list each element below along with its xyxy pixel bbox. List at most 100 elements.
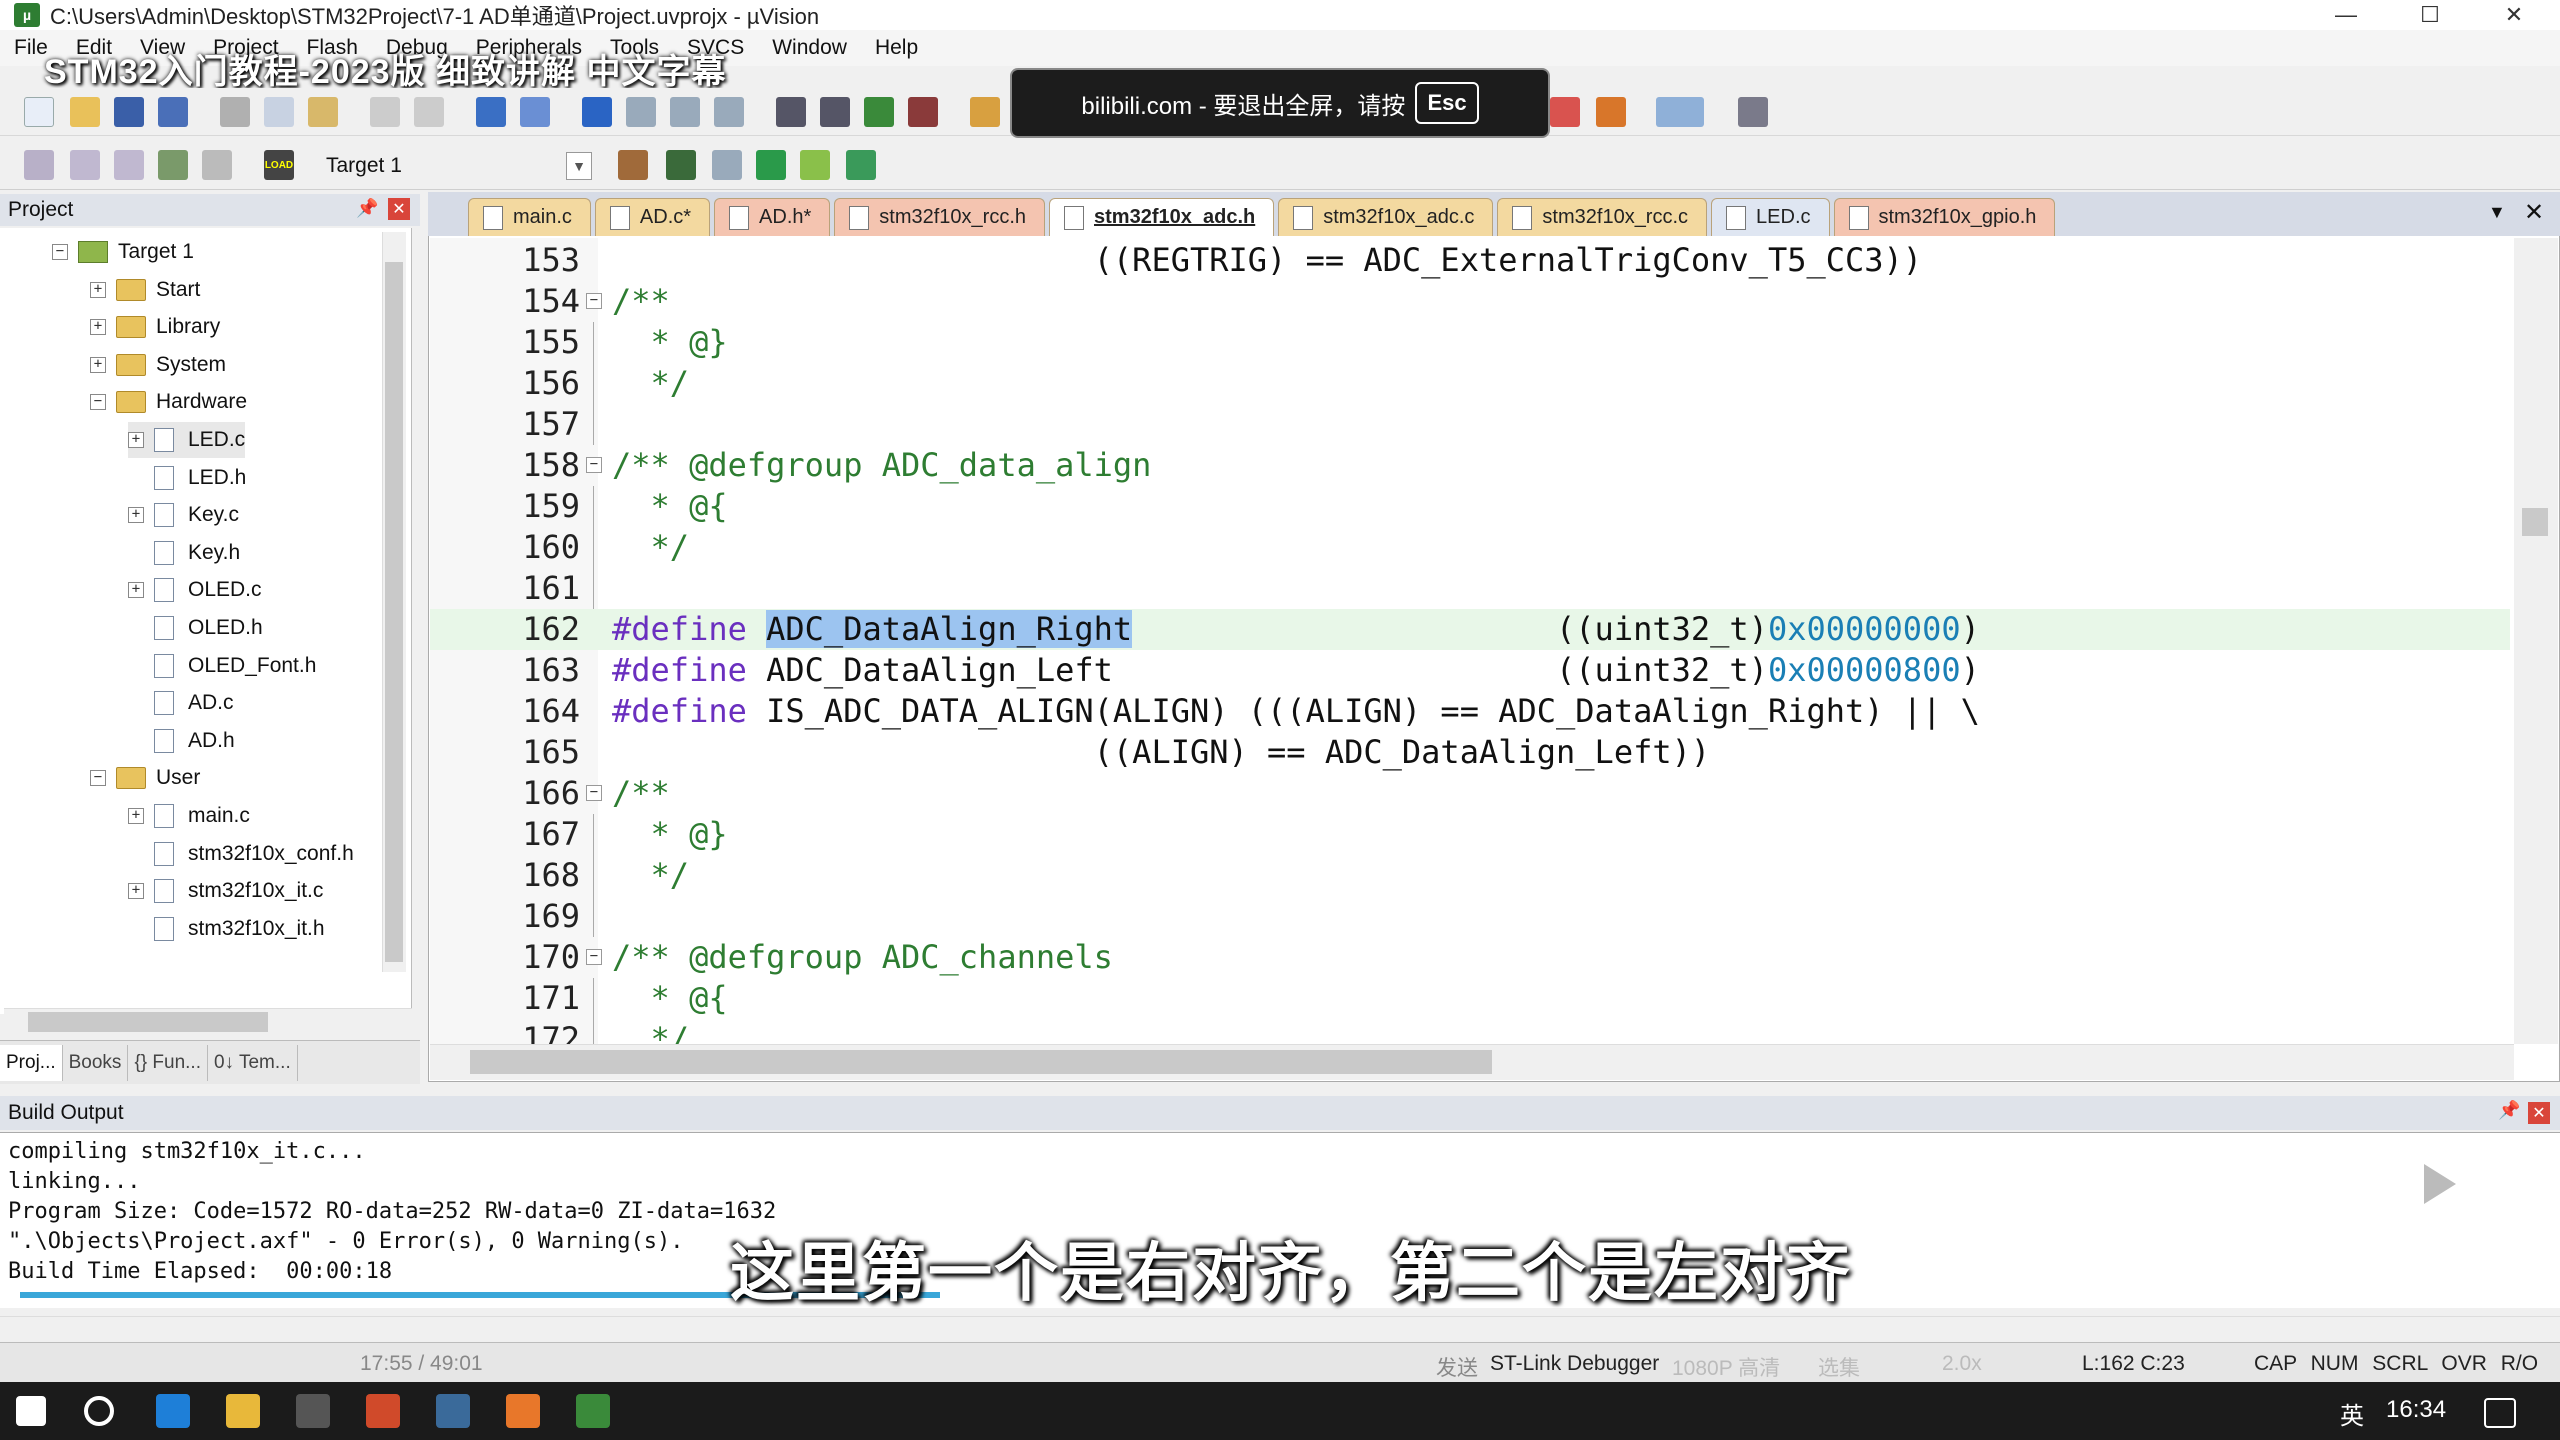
build-icon[interactable]	[70, 150, 100, 180]
file-tab[interactable]: stm32f10x_adc.h	[1049, 198, 1275, 236]
close-button[interactable]: ✕	[2474, 0, 2554, 30]
clear-bookmarks-icon[interactable]	[714, 97, 744, 127]
player-select[interactable]: 选集	[1818, 1352, 1860, 1382]
tree-item[interactable]: AD.c	[128, 685, 234, 721]
configure-icon[interactable]	[1738, 97, 1768, 127]
editor-hscroll-thumb[interactable]	[470, 1050, 1492, 1074]
copy-icon[interactable]	[264, 97, 294, 127]
app-orange-icon[interactable]	[506, 1394, 540, 1428]
build-horizontal-scrollbar[interactable]	[0, 1316, 2560, 1342]
pin-icon[interactable]: 📌	[356, 198, 378, 219]
uncomment-icon[interactable]	[908, 97, 938, 127]
tab-templates[interactable]: 0↓ Tem...	[208, 1044, 298, 1081]
file-tab[interactable]: LED.c	[1711, 198, 1830, 236]
tree-expander-icon[interactable]: +	[128, 432, 144, 448]
tree-expander-icon[interactable]: +	[90, 356, 106, 373]
prev-bookmark-icon[interactable]	[626, 97, 656, 127]
tab-project[interactable]: Proj...	[0, 1044, 63, 1081]
code-line[interactable]: 166−/**	[430, 773, 2510, 814]
file-tab[interactable]: stm32f10x_rcc.c	[1497, 198, 1708, 236]
player-speed[interactable]: 2.0x	[1942, 1352, 1982, 1376]
powerpoint-icon[interactable]	[366, 1394, 400, 1428]
target-options-icon[interactable]	[618, 150, 648, 180]
tree-item[interactable]: + Key.c	[128, 497, 239, 533]
code-line[interactable]: 154−/**	[430, 281, 2510, 322]
camera-app-icon[interactable]	[296, 1394, 330, 1428]
uvision-taskbar-icon[interactable]	[576, 1394, 610, 1428]
file-tab[interactable]: stm32f10x_rcc.h	[834, 198, 1046, 236]
code-line[interactable]: 168 */	[430, 855, 2510, 896]
paste-icon[interactable]	[308, 97, 338, 127]
fold-toggle-icon[interactable]: −	[586, 293, 602, 309]
code-line[interactable]: 162 #define ADC_DataAlign_Right ((uint32_…	[430, 609, 2510, 650]
code-line[interactable]: 160 */	[430, 527, 2510, 568]
save-all-icon[interactable]	[158, 97, 188, 127]
tree-expander-icon[interactable]: +	[128, 582, 144, 599]
code-line[interactable]: 159 * @{	[430, 486, 2510, 527]
tree-item[interactable]: + LED.c	[128, 422, 246, 458]
player-quality[interactable]: 1080P 高清	[1672, 1352, 1780, 1382]
bookmark-icon[interactable]	[582, 97, 612, 127]
cut-icon[interactable]	[220, 97, 250, 127]
file-tab[interactable]: AD.h*	[714, 198, 831, 236]
redo-icon[interactable]	[414, 97, 444, 127]
tree-expander-icon[interactable]: −	[90, 770, 106, 787]
editor-vertical-scrollbar[interactable]	[2514, 238, 2558, 1044]
rebuild-icon[interactable]	[114, 150, 144, 180]
code-line[interactable]: 161	[430, 568, 2510, 609]
editor-scrollbar-thumb[interactable]	[2522, 508, 2548, 536]
code-line[interactable]: 169	[430, 896, 2510, 937]
menu-file[interactable]: File	[14, 36, 48, 60]
next-bookmark-icon[interactable]	[670, 97, 700, 127]
tree-item[interactable]: + Library	[90, 309, 220, 345]
code-line[interactable]: 158−/** @defgroup ADC_data_align	[430, 445, 2510, 486]
code-line[interactable]: 153 ((REGTRIG) == ADC_ExternalTrigConv_T…	[430, 240, 2510, 281]
tree-item[interactable]: + System	[90, 347, 226, 383]
code-line[interactable]: 167 * @}	[430, 814, 2510, 855]
fold-toggle-icon[interactable]: −	[586, 949, 602, 965]
close-tab-icon[interactable]: ✕	[2524, 198, 2544, 227]
code-line[interactable]: 156 */	[430, 363, 2510, 404]
close-icon[interactable]: ✕	[2528, 1102, 2550, 1124]
code-line[interactable]: 171 * @{	[430, 978, 2510, 1019]
find-in-files-icon[interactable]	[970, 97, 1000, 127]
menu-window[interactable]: Window	[772, 36, 847, 60]
file-extensions-icon[interactable]	[712, 150, 742, 180]
tree-item[interactable]: + Start	[90, 272, 200, 308]
file-tab[interactable]: stm32f10x_gpio.h	[1833, 198, 2056, 236]
photos-icon[interactable]	[436, 1394, 470, 1428]
maximize-button[interactable]: ☐	[2390, 0, 2470, 30]
navigate-back-icon[interactable]	[476, 97, 506, 127]
tree-item[interactable]: + OLED.c	[128, 572, 262, 608]
manage-project-icon[interactable]	[666, 150, 696, 180]
fold-toggle-icon[interactable]: −	[586, 457, 602, 473]
notification-icon[interactable]	[2484, 1398, 2516, 1428]
tree-item[interactable]: + main.c	[128, 798, 250, 834]
manage-rte-icon[interactable]	[756, 150, 786, 180]
tree-hscroll-thumb[interactable]	[28, 1012, 268, 1032]
batch-build-icon[interactable]	[158, 150, 188, 180]
code-line[interactable]: 170−/** @defgroup ADC_channels	[430, 937, 2510, 978]
code-line[interactable]: 163 #define ADC_DataAlign_Left ((uint32_t…	[430, 650, 2510, 691]
tree-expander-icon[interactable]: +	[128, 883, 144, 900]
translate-icon[interactable]	[24, 150, 54, 180]
indent-icon[interactable]	[776, 97, 806, 127]
file-tab[interactable]: AD.c*	[594, 198, 711, 236]
file-explorer-icon[interactable]	[226, 1394, 260, 1428]
tree-scrollbar-thumb[interactable]	[385, 262, 403, 962]
tree-item[interactable]: stm32f10x_conf.h	[128, 836, 354, 872]
search-icon[interactable]	[84, 1396, 114, 1426]
chevron-down-icon[interactable]: ▼	[566, 152, 592, 180]
taskbar-clock[interactable]: 16:34	[2386, 1396, 2446, 1424]
code-line[interactable]: 157	[430, 404, 2510, 445]
play-icon[interactable]	[2382, 1140, 2490, 1228]
download-load-icon[interactable]: LOAD	[264, 150, 294, 180]
tree-item[interactable]: OLED_Font.h	[128, 648, 316, 684]
tree-expander-icon[interactable]: +	[128, 808, 144, 824]
stop-build-icon[interactable]	[202, 150, 232, 180]
code-line[interactable]: 164 #define IS_ADC_DATA_ALIGN(ALIGN) (((A…	[430, 691, 2510, 732]
tab-books[interactable]: Books	[63, 1044, 129, 1081]
undo-icon[interactable]	[370, 97, 400, 127]
pack-installer-icon[interactable]	[846, 150, 876, 180]
tree-item[interactable]: + stm32f10x_it.c	[128, 873, 323, 909]
